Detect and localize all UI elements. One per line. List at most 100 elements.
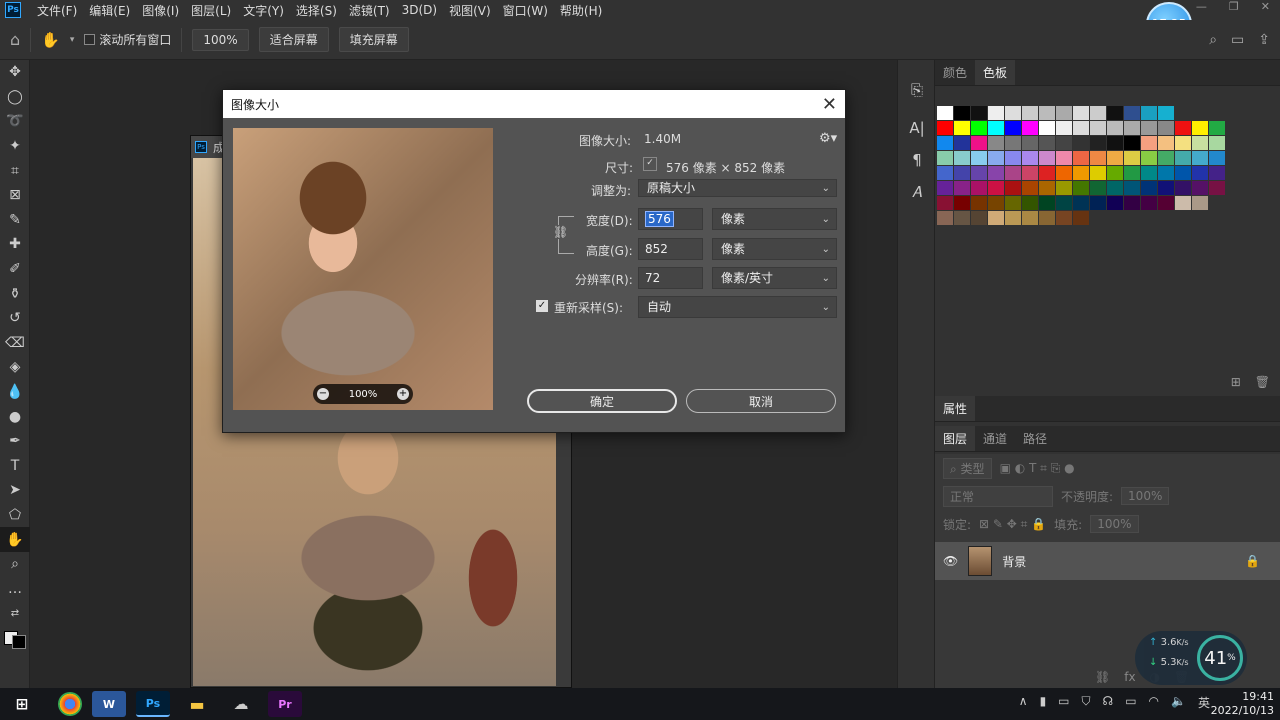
link-icon[interactable]: ⛓ [1095, 670, 1110, 684]
color-swatch[interactable] [1073, 196, 1089, 210]
fx-icon[interactable]: fx [1124, 670, 1135, 684]
color-swatch[interactable] [937, 211, 953, 225]
color-swatch[interactable] [1039, 196, 1055, 210]
search-icon[interactable]: ⌕ [1209, 32, 1217, 48]
premiere-icon[interactable]: Pr [268, 691, 302, 717]
color-swatch[interactable] [971, 136, 987, 150]
color-swatch[interactable] [1073, 166, 1089, 180]
ok-button[interactable]: 确定 [527, 389, 677, 413]
move-tool-icon[interactable]: ✥ [0, 60, 30, 85]
menu-help[interactable]: 帮助(H) [554, 2, 608, 19]
color-swatch[interactable] [937, 151, 953, 165]
color-swatch[interactable] [971, 166, 987, 180]
color-swatch[interactable] [937, 106, 953, 120]
color-swatch[interactable] [954, 136, 970, 150]
layer-row[interactable]: 👁 背景 🔒 [935, 542, 1280, 580]
color-swatch[interactable] [1073, 136, 1089, 150]
color-swatch[interactable] [1005, 106, 1021, 120]
stamp-tool-icon[interactable]: ⚱ [0, 281, 30, 306]
color-swatch[interactable] [988, 106, 1004, 120]
color-swatch[interactable] [1090, 196, 1106, 210]
color-swatch[interactable] [1158, 166, 1174, 180]
tab-properties[interactable]: 属性 [935, 396, 976, 421]
menu-window[interactable]: 窗口(W) [497, 2, 554, 19]
color-swatch[interactable] [1056, 166, 1072, 180]
color-swatch[interactable] [971, 121, 987, 135]
zoom-tool-icon[interactable]: ⌕ [0, 552, 30, 577]
layer-kind-select[interactable]: ⌕ 类型 [943, 457, 992, 479]
color-swatch[interactable] [1090, 106, 1106, 120]
restore-icon[interactable]: ❐ [1229, 0, 1239, 13]
hand-tool-icon[interactable]: ✋ [0, 527, 30, 552]
color-swatch[interactable] [1192, 151, 1208, 165]
brush-tool-icon[interactable]: ✐ [0, 257, 30, 282]
color-swatch[interactable] [1209, 121, 1225, 135]
color-swatch[interactable] [937, 196, 953, 210]
color-swatch[interactable] [1056, 121, 1072, 135]
lasso-tool-icon[interactable]: ➰ [0, 109, 30, 134]
marquee-tool-icon[interactable]: ◯ [0, 85, 30, 110]
hand-tool-icon[interactable]: ✋ [41, 31, 60, 49]
color-swatch[interactable] [1056, 136, 1072, 150]
color-swatch[interactable] [1209, 166, 1225, 180]
menu-image[interactable]: 图像(I) [136, 2, 185, 19]
blur-tool-icon[interactable]: 💧 [0, 380, 30, 405]
color-swatch[interactable] [1107, 166, 1123, 180]
chevron-down-icon[interactable]: ▾ [70, 35, 75, 45]
menu-3d[interactable]: 3D(D) [396, 3, 443, 17]
color-swatch[interactable] [988, 211, 1004, 225]
color-swatch[interactable] [1039, 151, 1055, 165]
height-unit-select[interactable]: 像素 ⌄ [712, 238, 837, 260]
color-swatch[interactable] [1090, 151, 1106, 165]
close-icon[interactable]: ✕ [822, 94, 837, 115]
color-swatch[interactable] [1175, 196, 1191, 210]
color-swatch[interactable] [1039, 166, 1055, 180]
zoom-in-icon[interactable]: + [397, 388, 409, 400]
color-swatch[interactable] [1005, 166, 1021, 180]
zoom-100-button[interactable]: 100% [192, 28, 249, 51]
chrome-icon[interactable] [58, 692, 82, 716]
color-swatch[interactable] [1158, 181, 1174, 195]
color-swatch[interactable] [1073, 106, 1089, 120]
photoshop-taskbar-icon[interactable]: Ps [136, 691, 170, 717]
menu-file[interactable]: 文件(F) [31, 2, 83, 19]
scroll-all-windows-checkbox[interactable]: 滚动所有窗口 [84, 31, 171, 48]
menu-select[interactable]: 选择(S) [290, 2, 343, 19]
volume-icon[interactable]: 🔈 [1171, 694, 1186, 711]
color-swatch[interactable] [1107, 106, 1123, 120]
resolution-input[interactable]: 72 [638, 267, 703, 289]
color-swatch[interactable] [1005, 181, 1021, 195]
color-swatch[interactable] [1073, 181, 1089, 195]
color-swatch[interactable] [1022, 211, 1038, 225]
color-swatch[interactable] [1039, 106, 1055, 120]
trash-icon[interactable]: 🗑 [1255, 375, 1270, 389]
color-swatch[interactable] [1039, 136, 1055, 150]
network-monitor-widget[interactable]: ↑ 3.6K/s ↓ 5.3K/s 41% [1135, 631, 1247, 685]
color-swatch[interactable] [1124, 106, 1140, 120]
tray-chevron-icon[interactable]: ∧ [1019, 694, 1028, 711]
constrain-link-icon[interactable]: ⛓ [553, 225, 569, 239]
color-swatch[interactable] [954, 181, 970, 195]
color-swatch[interactable] [1175, 136, 1191, 150]
opacity-field[interactable]: 100% [1121, 487, 1170, 505]
file-explorer-icon[interactable]: ▬ [180, 691, 214, 717]
resample-checkbox[interactable]: ✓ [536, 300, 548, 312]
color-swatch[interactable] [1192, 196, 1208, 210]
resolution-unit-select[interactable]: 像素/英寸 ⌄ [712, 267, 837, 289]
color-swatch[interactable] [1090, 166, 1106, 180]
color-swatch[interactable] [1141, 106, 1157, 120]
cancel-button[interactable]: 取消 [686, 389, 836, 413]
color-swatch[interactable] [1124, 121, 1140, 135]
history-panel-icon[interactable]: ⎘ [898, 74, 936, 106]
color-swatch[interactable] [1107, 151, 1123, 165]
color-swatch[interactable] [971, 211, 987, 225]
more-tools-icon[interactable]: … [0, 576, 30, 601]
resample-select[interactable]: 自动 ⌄ [638, 296, 837, 318]
wifi-icon[interactable]: ◠ [1149, 694, 1159, 711]
color-swatch[interactable] [988, 151, 1004, 165]
history-brush-icon[interactable]: ↺ [0, 306, 30, 331]
color-swatch[interactable] [1141, 196, 1157, 210]
pen-tool-icon[interactable]: ✒ [0, 429, 30, 454]
color-swatch[interactable] [954, 166, 970, 180]
color-swatch[interactable] [1056, 151, 1072, 165]
